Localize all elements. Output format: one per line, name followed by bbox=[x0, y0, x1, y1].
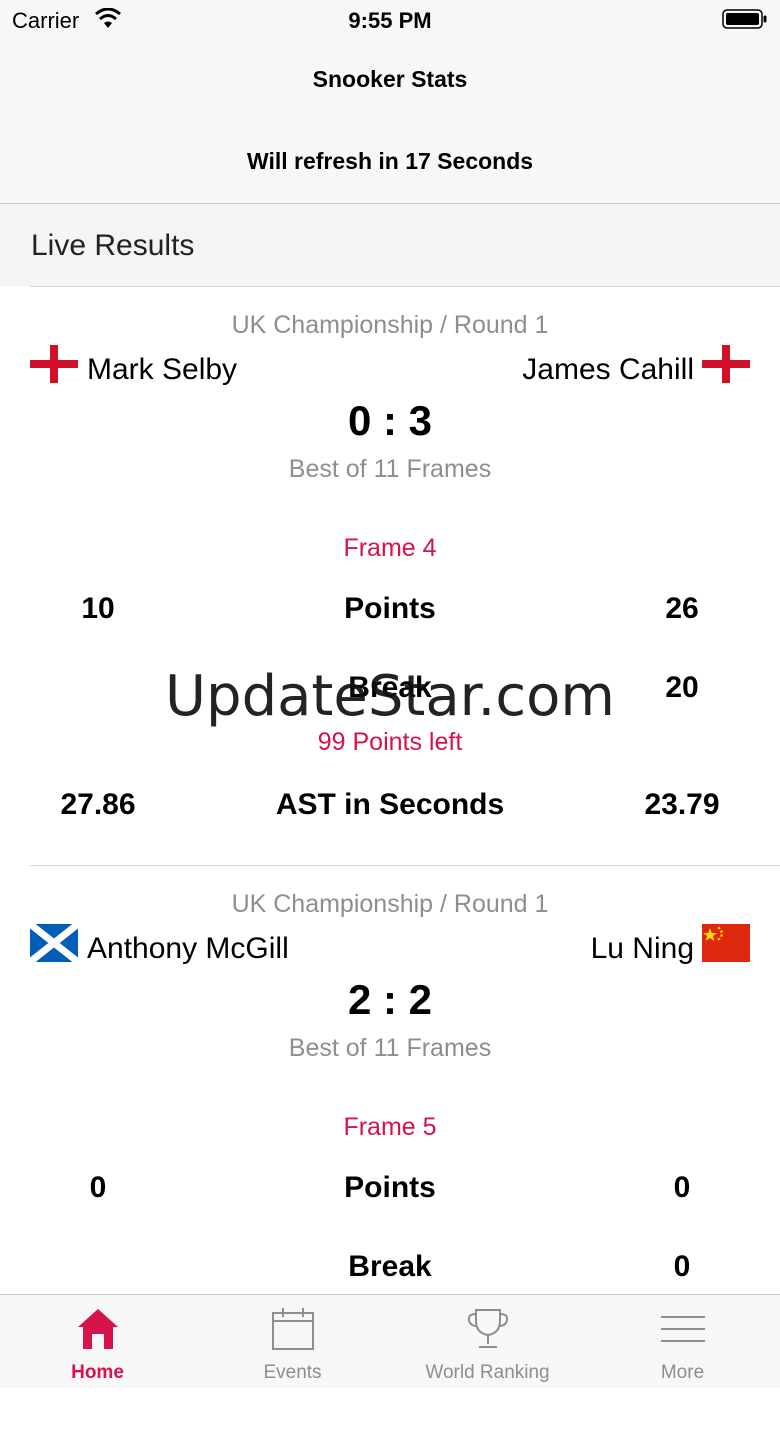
match-card[interactable]: UK Championship / Round 1 Mark Selby Jam… bbox=[0, 287, 780, 867]
status-bar: Carrier 9:55 PM bbox=[0, 0, 780, 40]
player2-name: James Cahill bbox=[522, 353, 694, 386]
current-frame: Frame 4 bbox=[343, 534, 437, 562]
tab-label: Home bbox=[71, 1362, 124, 1383]
tab-label: More bbox=[660, 1362, 705, 1383]
match-score: 0 : 3 bbox=[347, 397, 433, 444]
best-of: Best of 11 Frames bbox=[288, 1034, 492, 1062]
refresh-countdown: Will refresh in 17 Seconds bbox=[246, 148, 534, 174]
page-title: Snooker Stats bbox=[312, 66, 468, 92]
player2-name: Lu Ning bbox=[590, 932, 694, 965]
tab-bar: Home Events World Ranking More bbox=[0, 1294, 780, 1388]
china-flag-icon bbox=[702, 924, 750, 962]
player1-name: Mark Selby bbox=[87, 353, 238, 386]
trophy-icon bbox=[467, 1309, 509, 1348]
break-row: Break 20 bbox=[0, 671, 780, 707]
event-name: UK Championship / Round 1 bbox=[231, 890, 549, 918]
player1-name: Anthony McGill bbox=[87, 932, 289, 965]
player2-ast: 23.79 bbox=[644, 788, 720, 821]
player2-break: 0 bbox=[673, 1250, 691, 1283]
points-row: 0 Points 0 bbox=[0, 1171, 780, 1207]
break-row: Break 0 bbox=[0, 1250, 780, 1286]
home-icon bbox=[78, 1309, 118, 1349]
tab-world-ranking[interactable]: World Ranking bbox=[390, 1295, 585, 1388]
points-row: 10 Points 26 bbox=[0, 592, 780, 628]
best-of: Best of 11 Frames bbox=[288, 455, 492, 483]
menu-icon bbox=[661, 1316, 705, 1342]
scotland-flag-icon bbox=[30, 924, 78, 962]
tab-label: World Ranking bbox=[425, 1362, 550, 1383]
tab-more[interactable]: More bbox=[585, 1295, 780, 1388]
england-flag-icon bbox=[30, 345, 78, 383]
tab-label: Events bbox=[263, 1362, 322, 1383]
england-flag-icon bbox=[702, 345, 750, 383]
current-frame: Frame 5 bbox=[343, 1113, 437, 1141]
nav-header: Snooker Stats Will refresh in 17 Seconds bbox=[0, 40, 780, 204]
calendar-icon bbox=[272, 1308, 314, 1350]
battery-icon bbox=[722, 9, 767, 29]
points-left: 99 Points left bbox=[317, 728, 463, 756]
section-title: Live Results bbox=[31, 229, 195, 262]
section-header: Live Results bbox=[0, 204, 780, 286]
event-name: UK Championship / Round 1 bbox=[231, 311, 549, 339]
ast-row: 27.86 AST in Seconds 23.79 bbox=[0, 788, 780, 824]
player2-points: 26 bbox=[665, 592, 699, 625]
tab-home[interactable]: Home bbox=[0, 1295, 195, 1388]
tab-events[interactable]: Events bbox=[195, 1295, 390, 1388]
player2-points: 0 bbox=[673, 1171, 691, 1204]
status-time: 9:55 PM bbox=[348, 8, 432, 33]
player2-break: 20 bbox=[665, 671, 699, 704]
match-score: 2 : 2 bbox=[347, 976, 433, 1023]
